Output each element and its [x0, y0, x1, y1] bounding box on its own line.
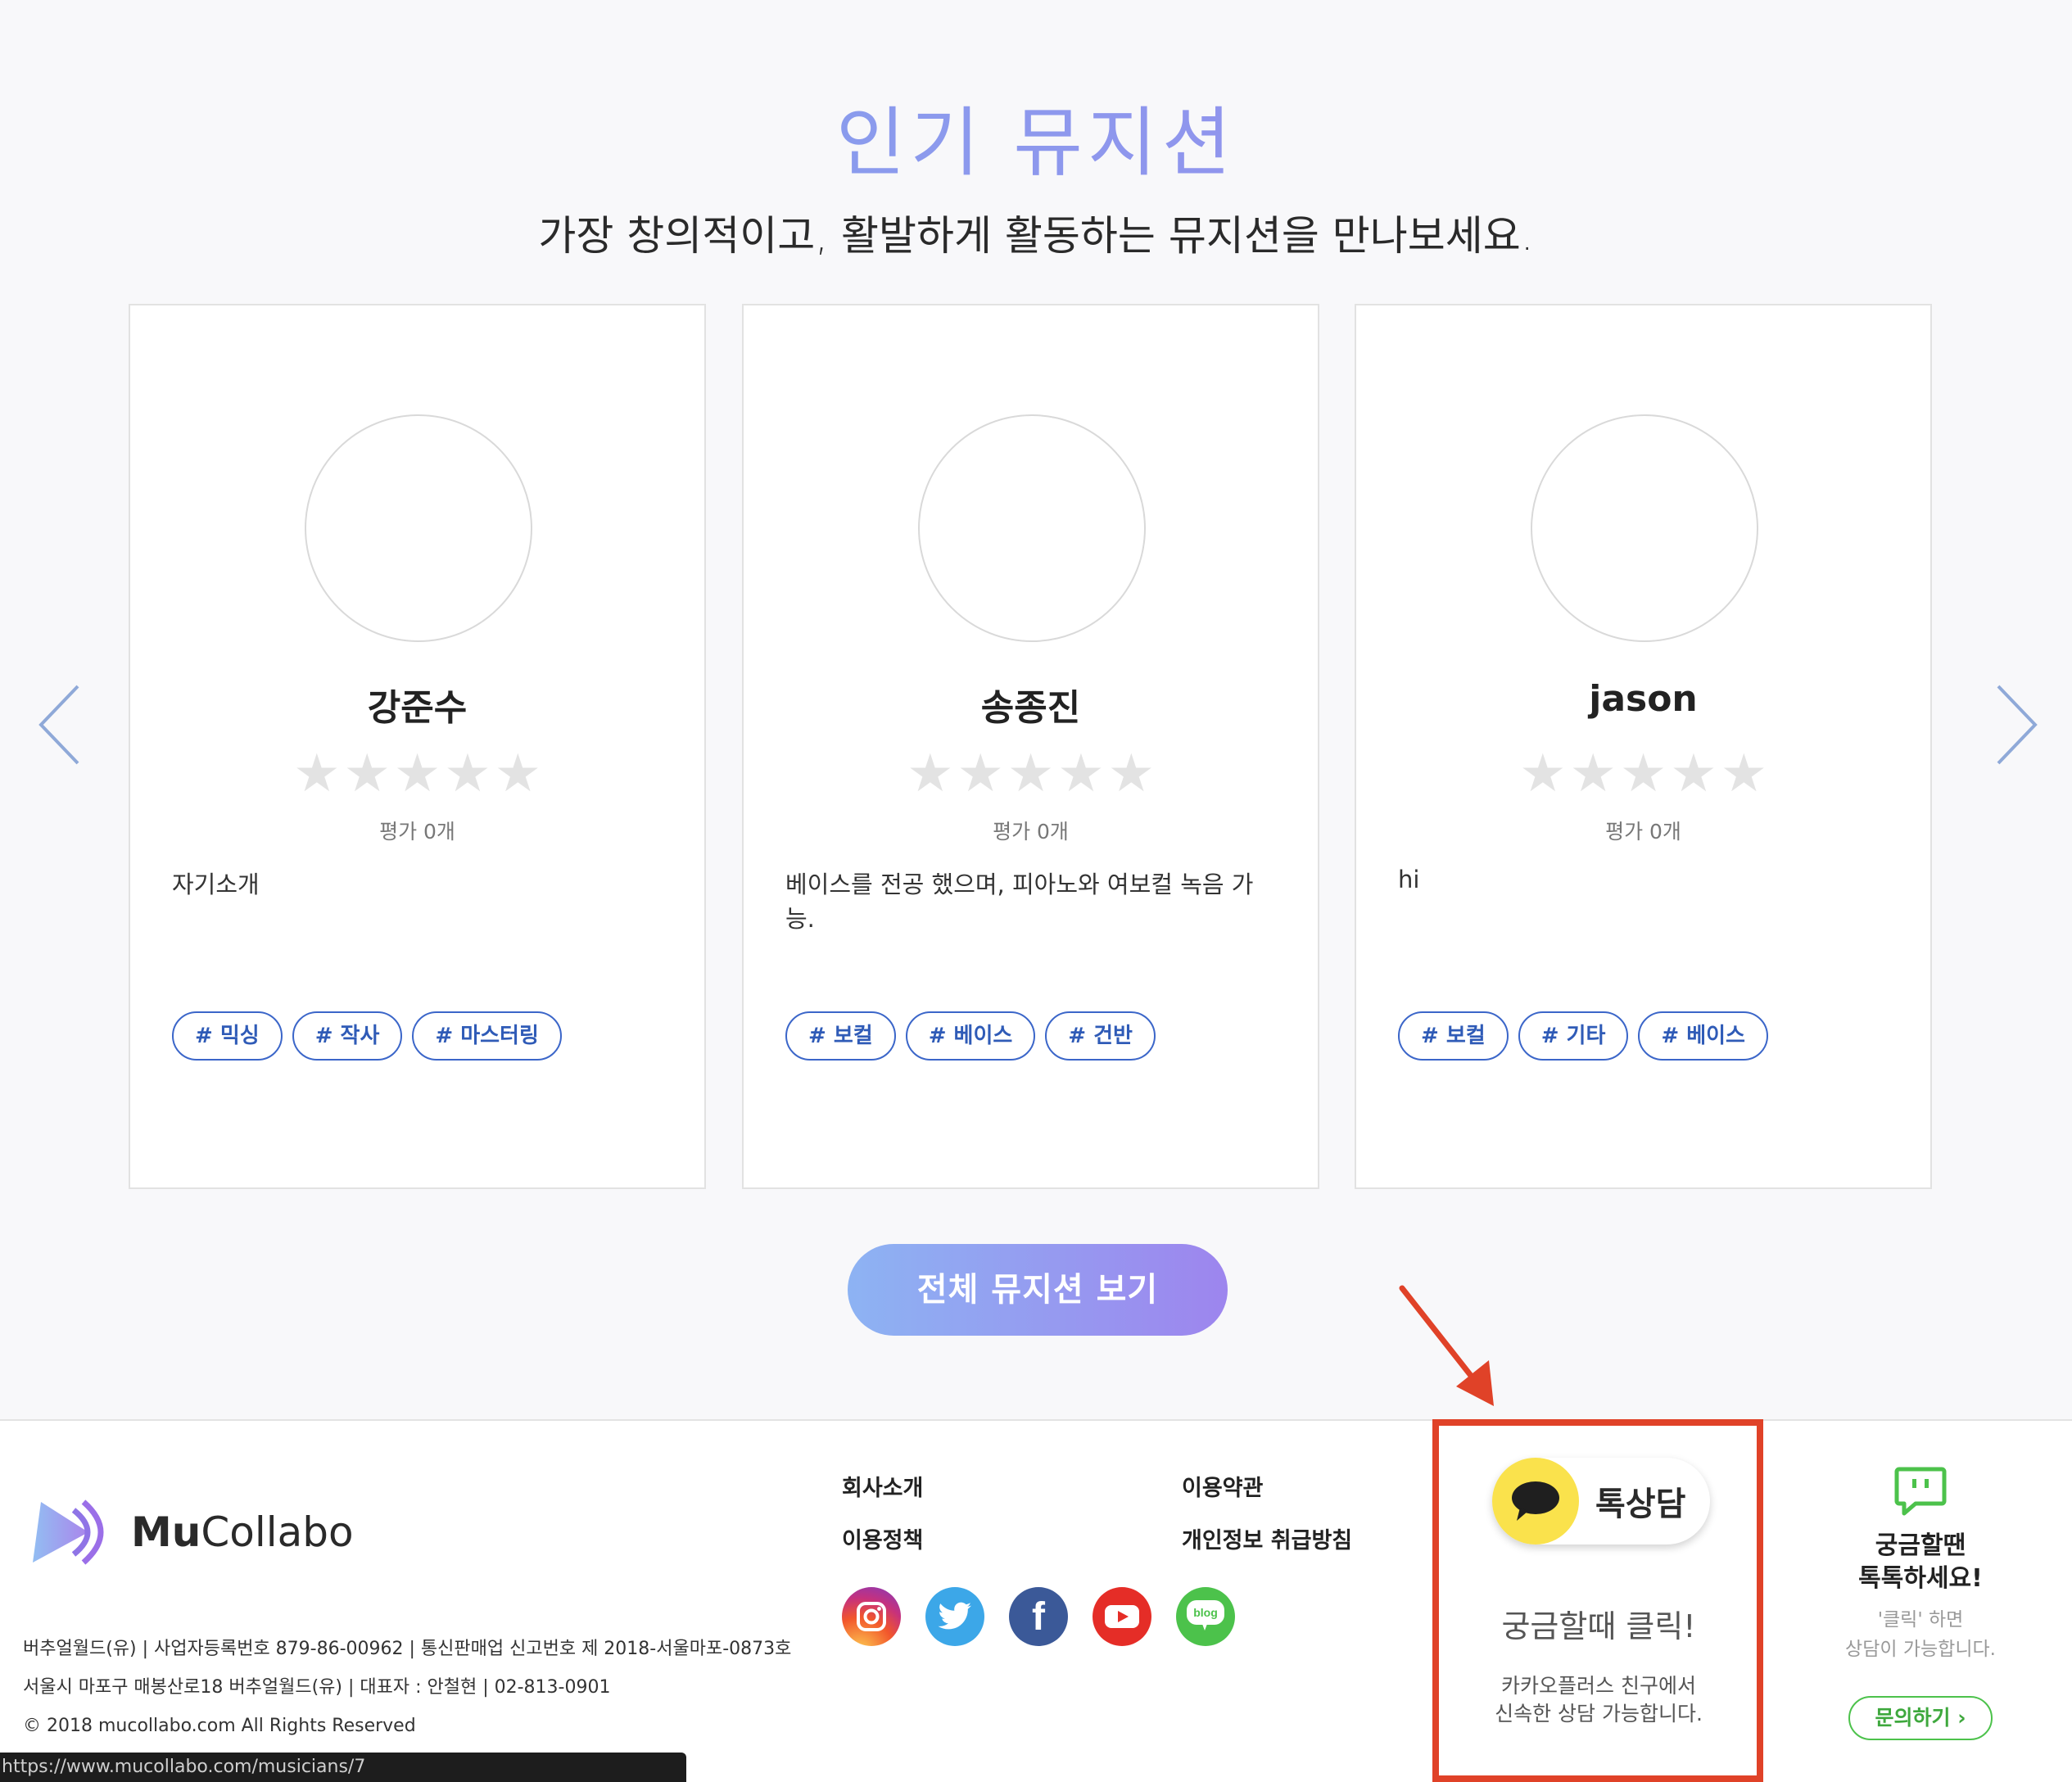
kakao-desc-line: 카카오플러스 친구에서	[1501, 1674, 1696, 1698]
musician-name: 강준수	[367, 687, 468, 729]
star-icon: ★	[1107, 744, 1155, 804]
mucollabo-logo-icon	[33, 1499, 104, 1565]
footer-link-terms[interactable]: 이용약관	[1182, 1470, 1263, 1502]
talk-description: '클릭' 하면 상담이 가능합니다.	[1798, 1605, 2043, 1664]
inquiry-button[interactable]: 문의하기 ›	[1848, 1696, 1993, 1740]
star-icon: ★	[444, 744, 491, 804]
tag[interactable]: # 베이스	[905, 1011, 1036, 1061]
facebook-icon[interactable]: f	[1009, 1587, 1068, 1646]
logo-text-regular: Collabo	[201, 1508, 354, 1556]
blog-badge-text: blog	[1193, 1606, 1218, 1619]
star-icon: ★	[393, 744, 441, 804]
company-info-line: 서울시 마포구 매봉산로18 버추얼월드(유) | 대표자 : 안철현 | 02…	[23, 1677, 611, 1698]
tag[interactable]: # 건반	[1045, 1011, 1156, 1061]
social-links: f blog	[842, 1587, 1235, 1646]
star-icon: ★	[957, 744, 1004, 804]
star-icon: ★	[907, 744, 954, 804]
talk-title: 궁금할땐 톡톡하세요!	[1798, 1530, 2043, 1595]
annotation-arrow-icon	[1399, 1285, 1494, 1406]
rating-count: 평가 0개	[379, 820, 455, 844]
kakao-talk-button[interactable]: 톡상담	[1492, 1458, 1710, 1545]
musician-card[interactable]: jason ★ ★ ★ ★ ★ 평가 0개 hi # 보컬 # 기타 # 베이스	[1355, 304, 1932, 1189]
instagram-icon[interactable]	[842, 1587, 901, 1646]
facebook-glyph: f	[1032, 1594, 1045, 1639]
star-icon: ★	[1720, 744, 1767, 804]
kakao-icon	[1492, 1458, 1579, 1545]
tag[interactable]: # 베이스	[1638, 1011, 1768, 1061]
carousel-next-button[interactable]	[1986, 680, 2043, 770]
footer-logo[interactable]: MuCollabo	[31, 1497, 354, 1567]
tag[interactable]: # 보컬	[1398, 1011, 1509, 1061]
tag-list: # 보컬 # 베이스 # 건반	[785, 1011, 1156, 1061]
blog-icon[interactable]: blog	[1176, 1587, 1235, 1646]
carousel-prev-button[interactable]	[33, 680, 90, 770]
tag-list: # 믹싱 # 작사 # 마스터링	[172, 1011, 562, 1061]
star-icon: ★	[1619, 744, 1667, 804]
avatar	[305, 414, 532, 642]
talk-title-line: 톡톡하세요!	[1858, 1564, 1983, 1593]
tag[interactable]: # 기타	[1518, 1011, 1629, 1061]
musician-name: 송종진	[980, 687, 1081, 729]
footer-link-privacy[interactable]: 개인정보 취급방침	[1182, 1522, 1352, 1554]
star-icon: ★	[1007, 744, 1055, 804]
star-rating: ★ ★ ★ ★ ★	[1356, 748, 1930, 800]
avatar	[918, 414, 1146, 642]
avatar	[1531, 414, 1758, 642]
talk-desc-line: '클릭' 하면	[1877, 1609, 1964, 1630]
star-icon: ★	[494, 744, 541, 804]
logo-text-bold: Mu	[131, 1508, 201, 1556]
status-bar-url: https://www.mucollabo.com/musicians/7	[0, 1753, 686, 1782]
musician-intro: 자기소개	[172, 871, 260, 898]
footer-link-policy[interactable]: 이용정책	[842, 1522, 923, 1554]
star-icon: ★	[1519, 744, 1567, 804]
star-rating: ★ ★ ★ ★ ★	[130, 748, 704, 800]
musician-intro: hi	[1398, 866, 1420, 893]
star-icon: ★	[293, 744, 341, 804]
rating-count: 평가 0개	[993, 820, 1069, 844]
company-info: 버추얼월드(유) | 사업자등록번호 879-86-00962 | 통신판매업 …	[23, 1630, 791, 1745]
star-icon: ★	[1670, 744, 1717, 804]
kakao-headline: 궁금할때 클릭!	[1501, 1608, 1696, 1644]
view-all-musicians-button[interactable]: 전체 뮤지션 보기	[848, 1244, 1228, 1336]
company-info-line: © 2018 mucollabo.com All Rights Reserved	[23, 1716, 416, 1736]
talk-desc-line: 상담이 가능합니다.	[1845, 1639, 1996, 1660]
chevron-left-icon	[38, 685, 79, 765]
musician-card[interactable]: 송종진 ★ ★ ★ ★ ★ 평가 0개 베이스를 전공 했으며, 피아노와 여보컬 녹음…	[742, 304, 1319, 1189]
section-subtitle: 가장 창의적이고, 활발하게 활동하는 뮤지션을 만나보세요.	[538, 212, 1534, 260]
kakao-button-label: 톡상담	[1595, 1486, 1686, 1523]
musician-card[interactable]: 강준수 ★ ★ ★ ★ ★ 평가 0개 자기소개 # 믹싱 # 작사 # 마스터링	[129, 304, 706, 1189]
company-info-line: 버추얼월드(유) | 사업자등록번호 879-86-00962 | 통신판매업 …	[23, 1639, 792, 1659]
talk-chat-icon	[1894, 1467, 1947, 1516]
section-title: 인기 뮤지션	[0, 82, 2072, 191]
musician-name: jason	[1589, 678, 1698, 720]
tag[interactable]: # 보컬	[785, 1011, 896, 1061]
kakao-desc-line: 신속한 상담 가능합니다.	[1495, 1702, 1703, 1725]
tag[interactable]: # 믹싱	[172, 1011, 283, 1061]
twitter-icon[interactable]	[925, 1587, 984, 1646]
star-icon: ★	[343, 744, 391, 804]
star-icon: ★	[1057, 744, 1105, 804]
kakao-description: 카카오플러스 친구에서 신속한 상담 가능합니다.	[1439, 1672, 1758, 1728]
talk-title-line: 궁금할땐	[1875, 1531, 1966, 1560]
rating-count: 평가 0개	[1605, 820, 1681, 844]
youtube-icon[interactable]	[1093, 1587, 1151, 1646]
tag[interactable]: # 작사	[292, 1011, 403, 1061]
tag[interactable]: # 마스터링	[412, 1011, 562, 1061]
star-rating: ★ ★ ★ ★ ★	[744, 748, 1318, 800]
star-icon: ★	[1569, 744, 1617, 804]
footer-link-about[interactable]: 회사소개	[842, 1470, 923, 1502]
chevron-right-icon	[1997, 685, 2038, 765]
musician-intro: 베이스를 전공 했으며, 피아노와 여보컬 녹음 가능.	[785, 871, 1254, 933]
tag-list: # 보컬 # 기타 # 베이스	[1398, 1011, 1768, 1061]
